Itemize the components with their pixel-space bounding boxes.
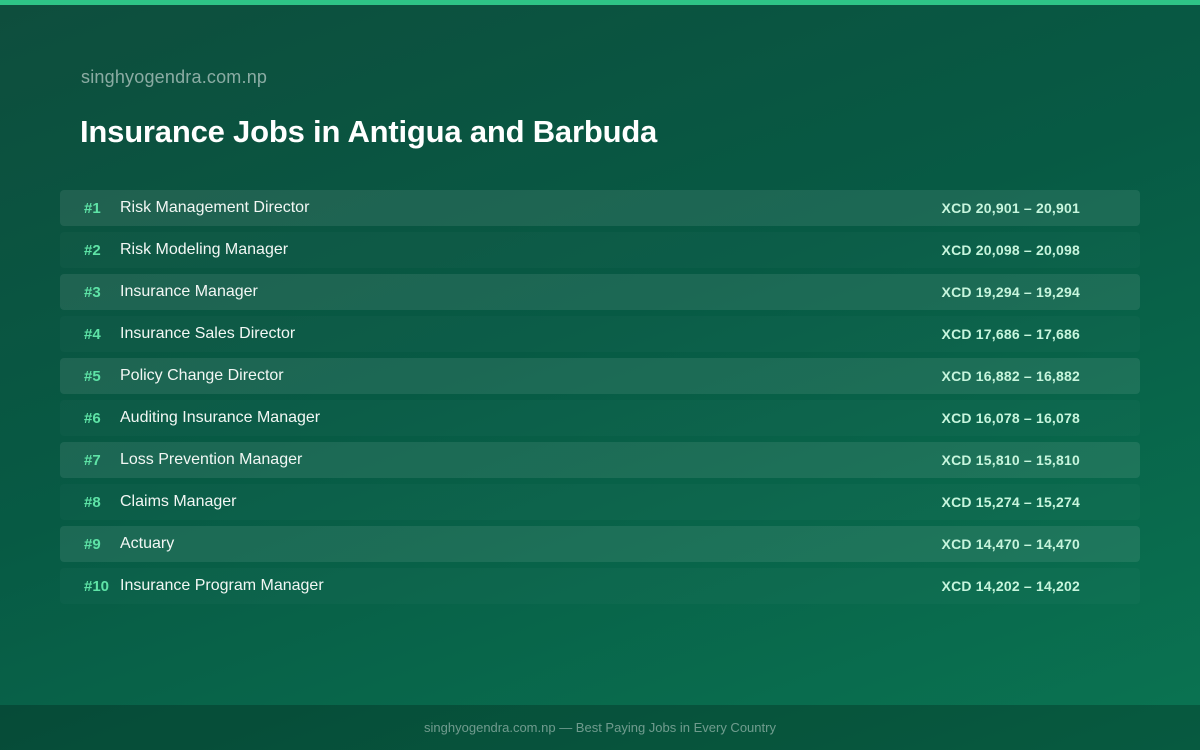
- job-title: Auditing Insurance Manager: [120, 409, 321, 426]
- job-row: #4 Insurance Sales Director XCD 17,686 –…: [60, 316, 1140, 352]
- job-salary: XCD 14,202 – 14,202: [941, 578, 1080, 594]
- job-row: #8 Claims Manager XCD 15,274 – 15,274: [60, 484, 1140, 520]
- job-row: #3 Insurance Manager XCD 19,294 – 19,294: [60, 274, 1140, 310]
- job-rank: #5: [84, 367, 101, 385]
- footer-text: singhyogendra.com.np — Best Paying Jobs …: [424, 720, 776, 735]
- job-row: #7 Loss Prevention Manager XCD 15,810 – …: [60, 442, 1140, 478]
- job-rank: #8: [84, 493, 101, 511]
- job-rank: #7: [84, 451, 101, 469]
- job-salary: XCD 15,810 – 15,810: [941, 452, 1080, 468]
- job-title: Insurance Program Manager: [120, 577, 324, 594]
- job-rank: #2: [84, 241, 101, 259]
- job-salary: XCD 20,098 – 20,098: [941, 242, 1080, 258]
- job-row: #2 Risk Modeling Manager XCD 20,098 – 20…: [60, 232, 1140, 268]
- job-title: Actuary: [120, 535, 175, 552]
- job-list: #1 Risk Management Director XCD 20,901 –…: [60, 190, 1140, 610]
- job-row: #9 Actuary XCD 14,470 – 14,470: [60, 526, 1140, 562]
- job-title: Claims Manager: [120, 493, 237, 510]
- job-salary: XCD 19,294 – 19,294: [941, 284, 1080, 300]
- job-rank: #1: [84, 199, 101, 217]
- job-title: Risk Management Director: [120, 199, 310, 216]
- job-title: Loss Prevention Manager: [120, 451, 303, 468]
- job-title: Policy Change Director: [120, 367, 284, 384]
- job-row: #6 Auditing Insurance Manager XCD 16,078…: [60, 400, 1140, 436]
- top-accent-bar: [0, 0, 1200, 5]
- footer: singhyogendra.com.np — Best Paying Jobs …: [0, 705, 1200, 750]
- job-rank: #4: [84, 325, 101, 343]
- job-row: #1 Risk Management Director XCD 20,901 –…: [60, 190, 1140, 226]
- job-row: #5 Policy Change Director XCD 16,882 – 1…: [60, 358, 1140, 394]
- job-row: #10 Insurance Program Manager XCD 14,202…: [60, 568, 1140, 604]
- job-salary: XCD 20,901 – 20,901: [941, 200, 1080, 216]
- site-name: singhyogendra.com.np: [81, 67, 268, 87]
- job-title: Insurance Manager: [120, 283, 258, 300]
- job-rank: #10: [84, 577, 110, 595]
- job-title: Risk Modeling Manager: [120, 241, 289, 258]
- job-salary: XCD 14,470 – 14,470: [941, 536, 1080, 552]
- job-rank: #9: [84, 535, 101, 553]
- job-title: Insurance Sales Director: [120, 325, 296, 342]
- job-rank: #3: [84, 283, 101, 301]
- job-salary: XCD 15,274 – 15,274: [941, 494, 1080, 510]
- job-rank: #6: [84, 409, 101, 427]
- job-salary: XCD 16,882 – 16,882: [941, 368, 1080, 384]
- job-salary: XCD 16,078 – 16,078: [941, 410, 1080, 426]
- job-salary: XCD 17,686 – 17,686: [941, 326, 1080, 342]
- page-title: Insurance Jobs in Antigua and Barbuda: [80, 114, 658, 149]
